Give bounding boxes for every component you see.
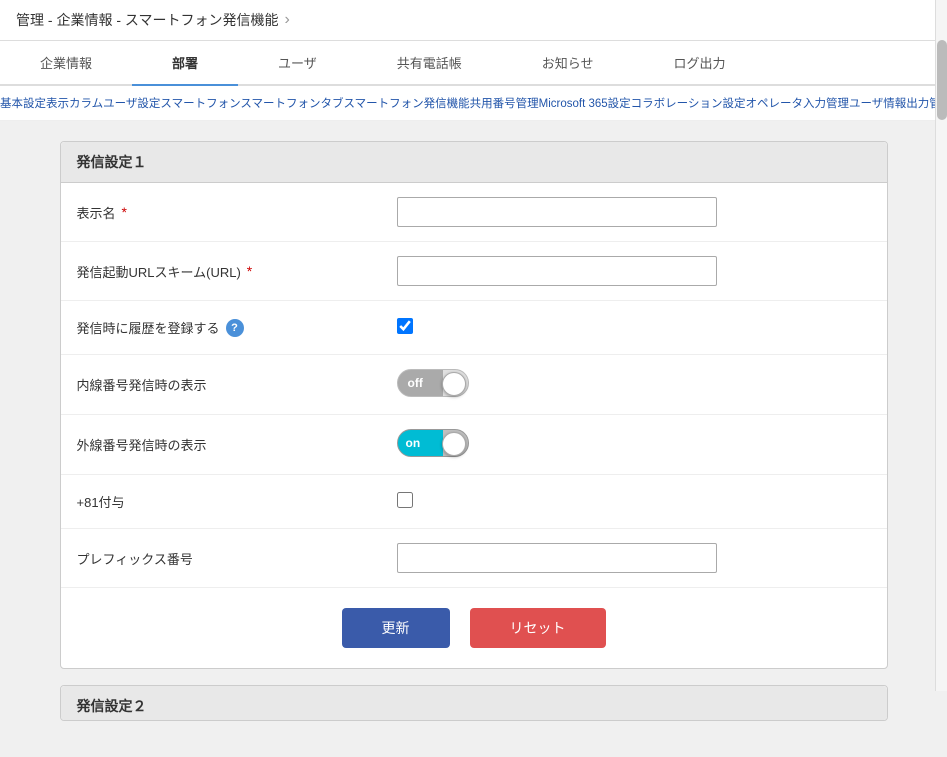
toggle-extension-off[interactable]: off [397,369,469,397]
required-star-url: * [247,263,252,279]
control-plus81 [397,492,871,511]
tab-department[interactable]: 部署 [132,41,238,86]
label-external-display: 外線番号発信時の表示 [77,435,397,454]
field-register-history: 発信時に履歴を登録する ? [61,301,887,355]
section2-header: 発信設定２ [61,686,887,721]
reset-button[interactable]: リセット [470,608,606,648]
toggle-external-on[interactable]: on [397,429,469,457]
section2-title: 発信設定２ [77,698,147,714]
toggle-knob-on [442,432,466,456]
breadcrumb-arrow: › [284,11,289,29]
label-plus81: +81付与 [77,492,397,511]
breadcrumb: 管理 - 企業情報 - スマートフォン発信機能 › [16,10,290,30]
field-extension-display: 内線番号発信時の表示 off [61,355,887,415]
control-extension-display: off [397,369,871,400]
control-prefix [397,543,871,573]
section1-header: 発信設定１ [61,142,887,183]
plus81-checkbox[interactable] [397,492,413,508]
scrollbar-thumb [937,40,947,120]
control-url-scheme [397,256,871,286]
prefix-input[interactable] [397,543,717,573]
toggle-on-label: on [406,436,421,450]
breadcrumb-text: 管理 - 企業情報 - スマートフォン発信機能 [16,10,278,30]
field-external-display: 外線番号発信時の表示 on [61,415,887,475]
field-display-name: 表示名 * [61,183,887,242]
toggle-off-label: off [408,376,423,390]
label-extension-display: 内線番号発信時の表示 [77,375,397,394]
label-url-scheme: 発信起動URLスキーム(URL) * [77,262,397,281]
required-star-display-name: * [122,204,127,220]
control-register-history [397,318,871,337]
button-row: 更新 リセット [61,588,887,668]
sub-nav: 基本設定表示カラムユーザ設定スマートフォンスマートフォンタブスマートフォン発信機… [0,86,947,121]
display-name-input[interactable] [397,197,717,227]
scrollbar[interactable] [935,0,947,691]
nav-tabs: 企業情報 部署 ユーザ 共有電話帳 お知らせ ログ出力 [0,41,947,86]
help-icon[interactable]: ? [226,319,244,337]
tab-company[interactable]: 企業情報 [0,41,132,86]
tab-user[interactable]: ユーザ [238,41,357,86]
label-prefix-text: プレフィックス番号 [77,549,193,568]
label-prefix: プレフィックス番号 [77,549,397,568]
label-register-history: 発信時に履歴を登録する ? [77,318,397,337]
sub-nav-items: 基本設定表示カラムユーザ設定スマートフォンスマートフォンタブスマートフォン発信機… [0,92,947,114]
update-button[interactable]: 更新 [342,608,450,648]
toggle-knob-off [442,372,466,396]
label-display-name-text: 表示名 [77,203,116,222]
url-scheme-input[interactable] [397,256,717,286]
field-url-scheme: 発信起動URLスキーム(URL) * [61,242,887,301]
control-external-display: on [397,429,871,460]
section1-title: 発信設定１ [77,154,147,170]
label-url-scheme-text: 発信起動URLスキーム(URL) [77,262,241,281]
section1-card: 発信設定１ 表示名 * 発信起動URLスキーム(URL) * [60,141,888,669]
section2-card: 発信設定２ [60,685,888,721]
tab-log-output[interactable]: ログ出力 [634,41,766,86]
sub-nav-text[interactable]: 基本設定表示カラムユーザ設定スマートフォンスマートフォンタブスマートフォン発信機… [0,92,947,114]
label-register-history-text: 発信時に履歴を登録する [77,318,220,337]
label-extension-display-text: 内線番号発信時の表示 [77,375,207,394]
tab-shared-phonebook[interactable]: 共有電話帳 [357,41,502,86]
register-history-checkbox[interactable] [397,318,413,334]
field-plus81: +81付与 [61,475,887,529]
field-prefix: プレフィックス番号 [61,529,887,588]
header-bar: 管理 - 企業情報 - スマートフォン発信機能 › [0,0,947,41]
label-plus81-text: +81付与 [77,492,125,511]
label-display-name: 表示名 * [77,203,397,222]
control-display-name [397,197,871,227]
tab-notice[interactable]: お知らせ [502,41,634,86]
label-external-display-text: 外線番号発信時の表示 [77,435,207,454]
main-content: 発信設定１ 表示名 * 発信起動URLスキーム(URL) * [44,121,904,757]
